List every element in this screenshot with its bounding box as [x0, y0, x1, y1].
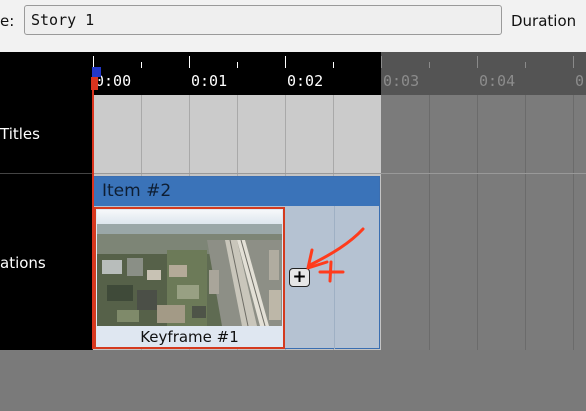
ruler-tick-label: 0:02 [287, 72, 324, 90]
item-block[interactable]: Item #2 Keyframe #1 + [93, 176, 380, 349]
timeline-ruler[interactable]: 0:00 0:01 0:02 0:03 0:04 0 [0, 52, 586, 95]
item-header[interactable]: Item #2 [94, 177, 379, 206]
grid-line [477, 95, 478, 350]
ruler-tick-label: 0:04 [479, 72, 516, 90]
grid-line [334, 206, 335, 349]
lower-panel [0, 350, 586, 411]
aerial-city-image [97, 210, 282, 326]
add-keyframe-button[interactable]: + [289, 268, 310, 287]
story-header: e: Duration [0, 0, 586, 52]
playhead-line [92, 77, 94, 349]
duration-label: Duration [511, 12, 577, 30]
ruler-tick [381, 56, 382, 68]
grid-line [429, 95, 430, 350]
ruler-tick-label: 0:01 [191, 72, 228, 90]
track-header-titles[interactable]: Titles [0, 95, 92, 173]
ruler-tick [429, 62, 430, 68]
plus-icon: + [292, 267, 307, 287]
keyframe-thumbnail [97, 210, 282, 326]
ruler-tick [333, 62, 334, 68]
ruler-tick [573, 56, 574, 68]
ruler-tick-label: 0 [575, 72, 585, 90]
item-title: Item #2 [102, 181, 172, 201]
track-header-animations[interactable]: ations [0, 174, 92, 350]
ruler-tick-label: 0:03 [383, 72, 420, 90]
keyframe-card[interactable]: Keyframe #1 [94, 207, 285, 349]
ruler-tick [285, 56, 286, 68]
ruler-tick [141, 62, 142, 68]
ruler-tick [237, 62, 238, 68]
ruler-tick [525, 62, 526, 68]
track-divider [93, 173, 586, 174]
ruler-tick [477, 56, 478, 68]
track-label-titles: Titles [0, 125, 40, 143]
keyframe-label: Keyframe #1 [140, 328, 239, 346]
track-label-animations: ations [0, 254, 46, 272]
grid-line [573, 95, 574, 350]
story-name-input[interactable] [24, 5, 502, 35]
animations-track-inactive [381, 174, 586, 350]
ruler-tick [189, 56, 190, 68]
playhead-handle[interactable] [92, 67, 101, 77]
name-label: e: [0, 12, 15, 30]
grid-line [525, 95, 526, 350]
titles-track-inactive [381, 95, 586, 174]
